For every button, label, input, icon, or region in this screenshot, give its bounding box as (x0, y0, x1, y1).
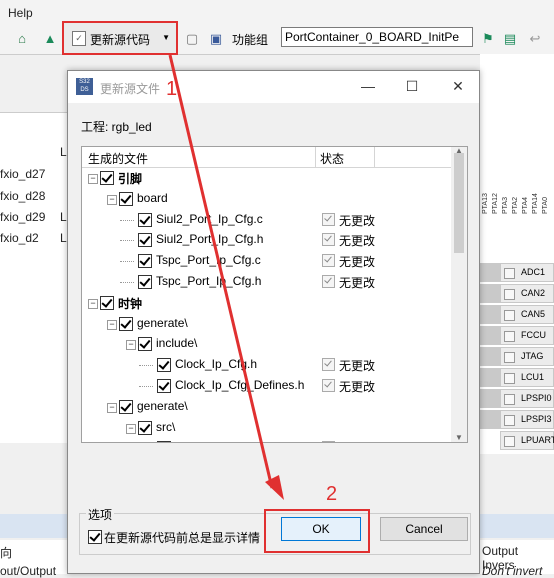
annotation-arrow (168, 54, 284, 500)
step-1-label: 1 (166, 78, 178, 100)
step-2-label: 2 (326, 483, 338, 505)
